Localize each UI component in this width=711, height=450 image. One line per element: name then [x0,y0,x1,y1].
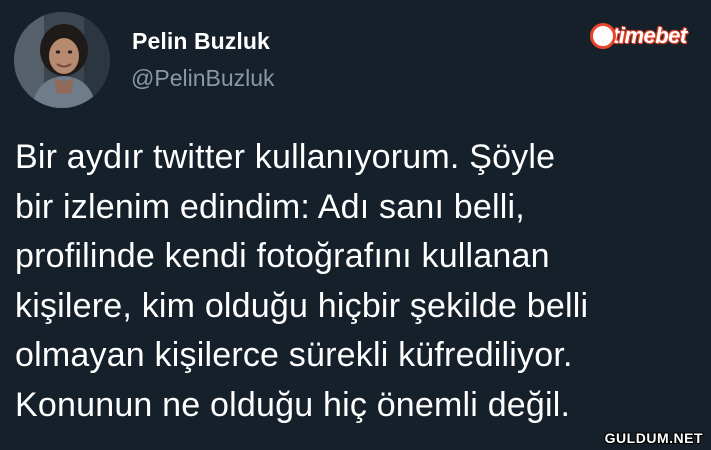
tweet-text-line: bir izlenim edindim: Adı sanı belli, [15,187,525,226]
author-handle[interactable]: @PelinBuzluk [131,65,275,92]
brand-mark-icon [590,23,616,49]
avatar[interactable] [14,12,110,108]
user-avatar-photo-icon [14,12,110,108]
tweet-text-line: Bir aydır twitter kullanıyorum. Şöyle [15,138,556,176]
author-display-name[interactable]: Pelin Buzluk [132,28,270,55]
tweet-text: Bir aydır twitter kullanıyorum. Şöyle bi… [15,133,695,430]
tweet-text-line: olmayan kişilerce sürekli küfrediliyor. [15,336,573,374]
tweet-card: Pelin Buzluk @PelinBuzluk timebet Bir ay… [0,0,711,450]
watermark: GULDUM.NET [604,430,703,446]
brand-logo-text: timebet [612,23,687,48]
brand-logo: timebet [590,20,687,52]
tweet-text-line: kişilere, kim olduğu hiçbir şekilde bell… [15,286,589,325]
tweet-text-line: Konunun ne olduğu hiç önemli değil. [15,385,571,424]
tweet-text-line: profilinde kendi fotoğrafını kullanan [15,237,550,275]
